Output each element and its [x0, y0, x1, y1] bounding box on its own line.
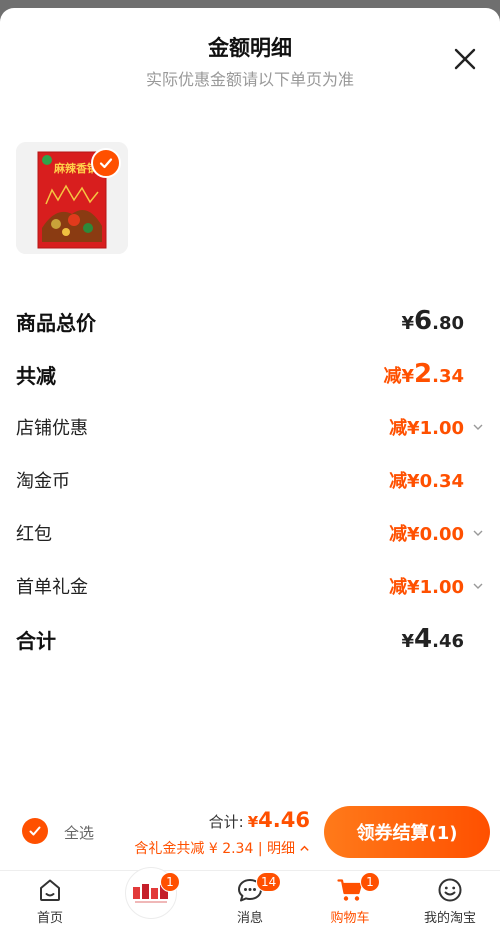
checkout-bar: 全选 合计: ¥ 4.46 含礼金共减 ¥ 2.34 | 明细 领券结算(1)	[0, 800, 500, 870]
tab-label: 消息	[236, 911, 263, 926]
row-first-order-gift[interactable]: 首单礼金 减¥1.00	[16, 566, 484, 606]
row-item-total: 商品总价 ¥ 6 .80	[16, 301, 484, 341]
tab-badge: 1	[360, 872, 380, 892]
product-selected-check-icon[interactable]	[91, 148, 121, 178]
row-label: 淘金币	[16, 471, 70, 492]
total-discount-amount: 减¥ 2 .34	[383, 359, 464, 389]
select-all-checkbox[interactable]	[22, 818, 48, 844]
row-total-discount: 共减 减¥ 2 .34	[16, 354, 484, 394]
sheet-subtitle: 实际优惠金额请以下单页为准	[145, 70, 354, 89]
tab-label: 我的淘宝	[423, 911, 476, 926]
row-label: 店铺优惠	[16, 418, 88, 439]
grand-total-amount: ¥ 4 .46	[401, 624, 464, 654]
tab-badge: 1	[160, 872, 180, 892]
row-label: 红包	[16, 524, 52, 545]
row-grand-total: 合计 ¥ 4 .46	[16, 619, 484, 659]
taojinbi-amount: 减¥0.34	[389, 471, 464, 492]
red-packet-amount: 减¥0.00	[389, 524, 464, 545]
first-order-gift-amount: 减¥1.00	[389, 577, 464, 598]
chevron-up-icon	[300, 845, 309, 851]
row-taojinbi: 淘金币 减¥0.34	[16, 460, 484, 500]
row-label: 共减	[16, 363, 56, 388]
chevron-down-icon[interactable]	[472, 580, 484, 592]
tab-home[interactable]: 首页	[0, 871, 100, 927]
item-total-amount: ¥ 6 .80	[401, 306, 464, 336]
tab-badge: 14	[256, 872, 282, 892]
tab-messages[interactable]: 消息 14	[200, 871, 300, 927]
savings-detail-link[interactable]: 含礼金共减 ¥ 2.34 | 明细	[134, 838, 310, 858]
sheet-title: 金额明细	[208, 36, 292, 60]
tab-label: 首页	[36, 911, 63, 926]
row-red-packet[interactable]: 红包 减¥0.00	[16, 513, 484, 553]
amount-detail-sheet: 金额明细 实际优惠金额请以下单页为准 麻辣香锅 商品总价 ¥ 6 .80 共减 …	[0, 8, 500, 927]
tab-my-taobao[interactable]: 我的淘宝	[400, 871, 500, 927]
home-icon	[40, 879, 60, 901]
chevron-down-icon[interactable]	[472, 527, 484, 539]
close-icon[interactable]	[450, 44, 480, 74]
tab-label: 购物车	[330, 911, 370, 926]
row-store-discount[interactable]: 店铺优惠 减¥1.00	[16, 407, 484, 447]
checkout-button[interactable]: 领券结算(1)	[324, 806, 490, 858]
footer-total: 合计: ¥ 4.46	[208, 808, 310, 832]
chevron-down-icon[interactable]	[472, 421, 484, 433]
row-label: 商品总价	[16, 310, 96, 335]
tab-promo[interactable]: 1	[100, 867, 200, 927]
bottom-tab-bar: 首页 1 消息 14 购物车 1 我的淘宝	[0, 867, 500, 927]
row-label: 合计	[16, 628, 56, 653]
select-all-label[interactable]: 全选	[64, 822, 94, 843]
tab-cart[interactable]: 购物车 1	[300, 871, 400, 927]
profile-icon	[438, 878, 462, 902]
store-discount-amount: 减¥1.00	[389, 418, 464, 439]
row-label: 首单礼金	[16, 577, 88, 598]
